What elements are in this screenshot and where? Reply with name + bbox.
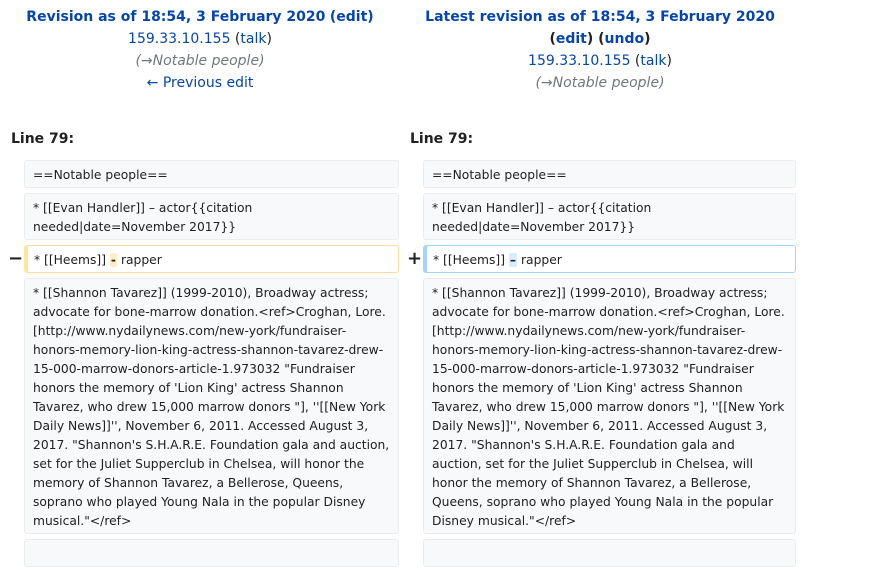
new-context-text-4: * [[Shannon Tavarez]] (1999-2010), Broad… [432, 286, 785, 528]
new-context-line-1: ==Notable people== [423, 160, 796, 188]
added-line-marker: + [407, 248, 423, 269]
new-context-text-2: * [[Evan Handler]] – actor{{citation nee… [432, 201, 652, 234]
deleted-text-end: rapper [117, 253, 162, 267]
deleted-line-marker: − [8, 248, 24, 269]
new-context-line-2: * [[Evan Handler]] – actor{{citation nee… [423, 193, 796, 240]
added-line: * [[Heems]] – rapper [423, 245, 796, 273]
old-context-text-4: * [[Shannon Tavarez]] (1999-2010), Broad… [33, 286, 390, 528]
old-talk-link[interactable]: talk [240, 31, 266, 47]
new-context-line-5 [423, 539, 796, 567]
old-context-line-1: ==Notable people== [24, 160, 399, 188]
added-char-highlight: – [508, 253, 518, 267]
undo-link[interactable]: undo [605, 31, 645, 47]
old-line-number: Line 79: [11, 131, 75, 147]
new-user-link[interactable]: 159.33.10.155 [528, 53, 630, 69]
new-edit-link[interactable]: edit [556, 31, 587, 47]
deleted-char-highlight: - [109, 253, 118, 267]
new-revision-title-link[interactable]: Latest revision as of 18:54, 3 February … [425, 9, 775, 25]
old-context-text-2: * [[Evan Handler]] – actor{{citation nee… [33, 201, 253, 234]
old-edit-summary: (→Notable people) [135, 53, 265, 69]
old-context-line-2: * [[Evan Handler]] – actor{{citation nee… [24, 193, 399, 240]
added-text-start: * [[Heems]] [433, 253, 509, 267]
new-talk-link[interactable]: talk [640, 53, 666, 69]
new-line-number: Line 79: [410, 131, 474, 147]
deleted-line: * [[Heems]] - rapper [24, 245, 399, 273]
previous-edit-link[interactable]: ← Previous edit [147, 75, 254, 91]
old-revision-title-link[interactable]: Revision as of 18:54, 3 February 2020 [26, 9, 325, 25]
old-revision-header: Revision as of 18:54, 3 February 2020 (e… [26, 9, 374, 91]
deleted-text-start: * [[Heems]] [34, 253, 110, 267]
new-context-text-1: ==Notable people== [432, 168, 567, 182]
old-context-line-4: * [[Shannon Tavarez]] (1999-2010), Broad… [24, 278, 399, 534]
added-text-end: rapper [517, 253, 562, 267]
old-context-text-1: ==Notable people== [33, 168, 168, 182]
old-user-link[interactable]: 159.33.10.155 [128, 31, 230, 47]
new-edit-summary: (→Notable people) [535, 75, 665, 91]
new-revision-header: Latest revision as of 18:54, 3 February … [425, 9, 775, 91]
close-paren: ) [367, 9, 374, 25]
old-edit-link[interactable]: edit [336, 9, 367, 25]
new-context-line-4: * [[Shannon Tavarez]] (1999-2010), Broad… [423, 278, 796, 534]
old-context-line-5 [24, 539, 399, 567]
